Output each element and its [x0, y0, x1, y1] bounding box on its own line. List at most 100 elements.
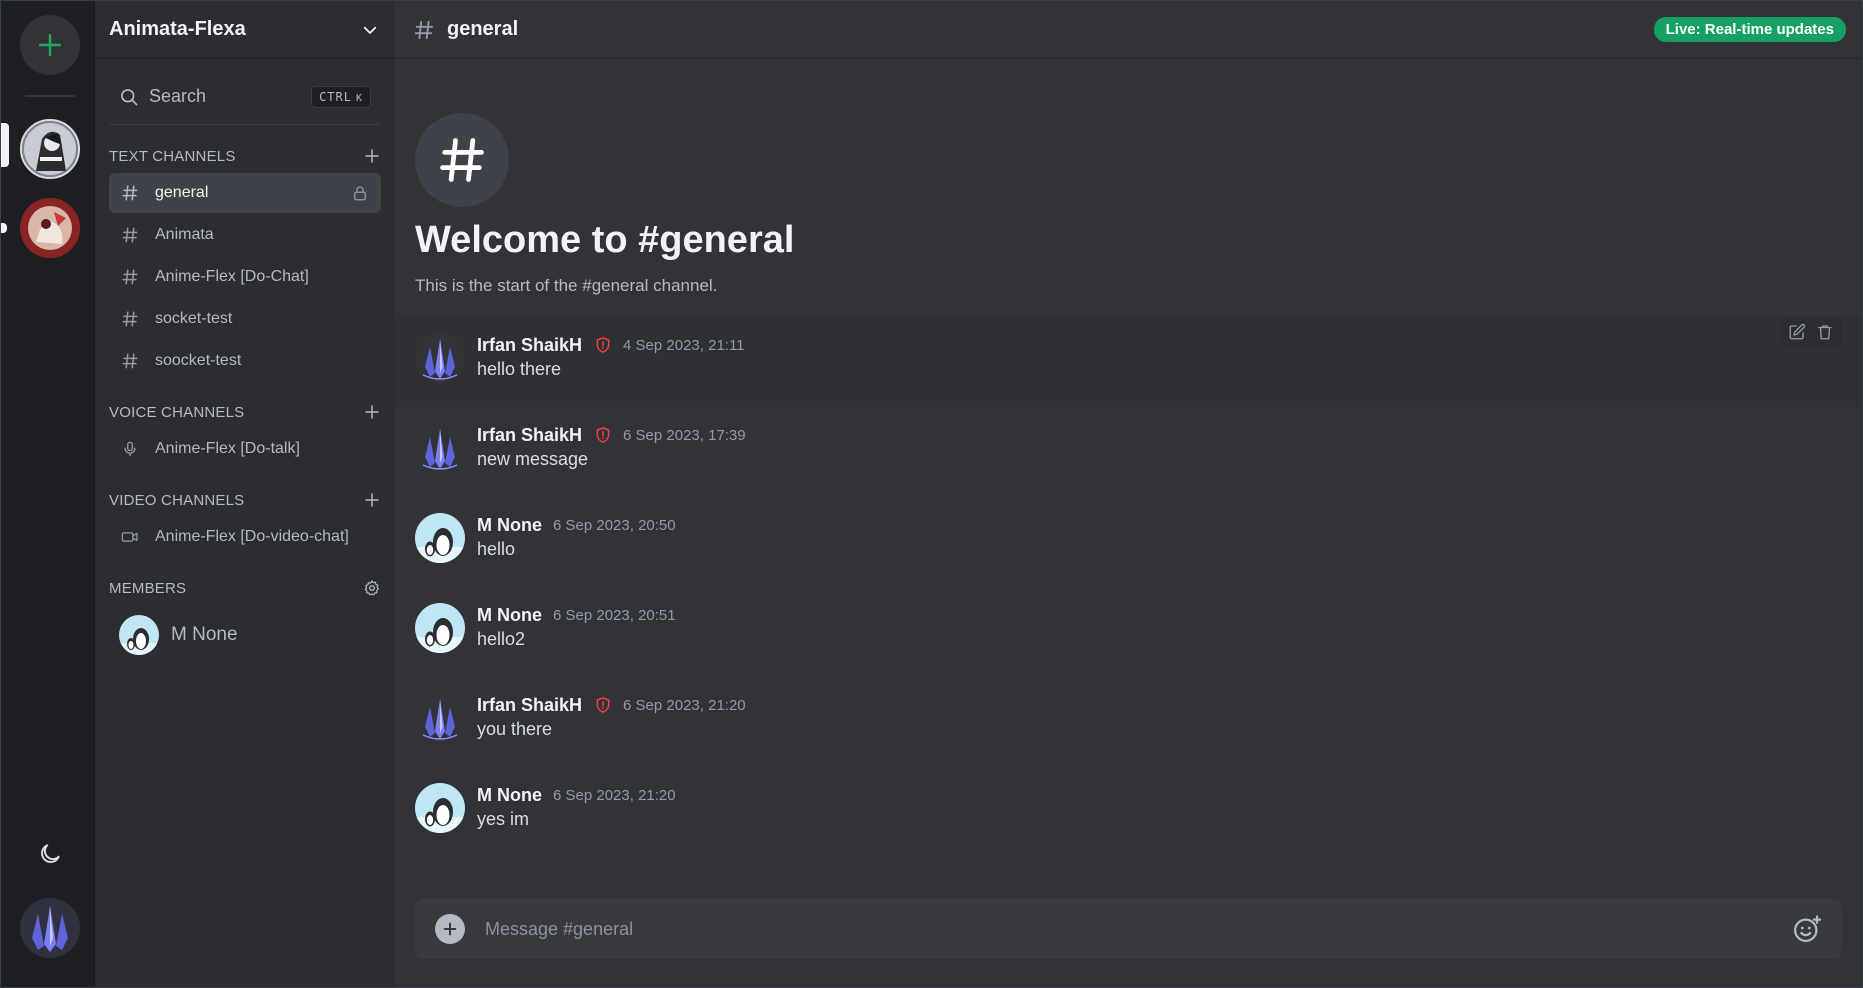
channel-title: general — [447, 18, 519, 40]
theme-toggle-button[interactable] — [37, 841, 63, 867]
message-item[interactable]: M None 6 Sep 2023, 20:50 hello — [395, 497, 1862, 587]
message-author[interactable]: M None — [477, 785, 542, 806]
channel-general[interactable]: general — [109, 173, 381, 213]
attach-button[interactable] — [435, 914, 465, 944]
hash-icon — [121, 226, 139, 244]
channel-label: Anime-Flex [Do-talk] — [155, 440, 300, 457]
moon-icon — [41, 844, 60, 863]
moderator-shield-icon — [594, 426, 612, 444]
server-icon-2[interactable] — [20, 198, 80, 258]
user-profile-button[interactable] — [20, 898, 80, 958]
channel-welcome: Welcome to #general This is the start of… — [415, 113, 794, 296]
server-icon-animata-flexa[interactable] — [20, 119, 80, 179]
server-rail — [1, 1, 95, 987]
message-input[interactable] — [485, 918, 1792, 940]
message-text: hello2 — [477, 629, 526, 649]
message-header: M None 6 Sep 2023, 20:50 — [477, 513, 676, 537]
message-body: M None 6 Sep 2023, 21:20 yes im — [477, 783, 676, 830]
server-header[interactable]: Animata-Flexa — [95, 1, 395, 59]
message-author[interactable]: Irfan ShaikH — [477, 335, 582, 356]
avatar[interactable] — [415, 693, 465, 743]
moderator-shield-icon — [594, 336, 612, 354]
video-channels-header: VIDEO CHANNELS — [95, 489, 395, 511]
plus-icon — [365, 405, 379, 419]
message-text: you there — [477, 719, 553, 739]
add-voice-channel-button[interactable] — [363, 403, 381, 421]
rail-divider — [25, 95, 75, 97]
message-body: M None 6 Sep 2023, 20:51 hello2 — [477, 603, 676, 650]
channel-label: Anime-Flex [Do-Chat] — [155, 268, 309, 285]
avatar[interactable] — [415, 603, 465, 653]
channel-anime-flex-do-chat[interactable]: Anime-Flex [Do-Chat] — [109, 257, 381, 297]
message-actions — [1780, 317, 1842, 347]
message-body: Irfan ShaikH 6 Sep 2023, 21:20 you there — [477, 693, 746, 740]
message-item[interactable]: M None 6 Sep 2023, 20:51 hello2 — [395, 587, 1862, 677]
gear-icon — [364, 580, 379, 596]
message-text: yes im — [477, 809, 530, 829]
message-item[interactable]: Irfan ShaikH 6 Sep 2023, 21:20 you there — [395, 677, 1862, 767]
server-avatar-image — [22, 121, 78, 177]
message-timestamp: 6 Sep 2023, 21:20 — [553, 786, 676, 804]
hash-icon — [121, 352, 139, 370]
members-header: MEMBERS — [95, 577, 395, 599]
hash-icon — [121, 184, 139, 202]
welcome-hash-icon — [415, 113, 509, 207]
message-header: M None 6 Sep 2023, 21:20 — [477, 783, 676, 807]
message-timestamp: 6 Sep 2023, 17:39 — [623, 426, 746, 444]
message-item[interactable]: Irfan ShaikH 4 Sep 2023, 21:11 hello there — [395, 317, 1862, 407]
message-author[interactable]: Irfan ShaikH — [477, 425, 582, 446]
add-text-channel-button[interactable] — [363, 147, 381, 165]
message-author[interactable]: Irfan ShaikH — [477, 695, 582, 716]
add-server-button[interactable] — [20, 15, 80, 75]
search-icon — [121, 88, 138, 105]
message-body: M None 6 Sep 2023, 20:50 hello — [477, 513, 676, 560]
search-label: Search — [149, 86, 207, 106]
channel-anime-flex-do-video-chat[interactable]: Anime-Flex [Do-video-chat] — [109, 517, 381, 557]
message-item[interactable]: Irfan ShaikH 6 Sep 2023, 17:39 new message — [395, 407, 1862, 497]
channel-animata[interactable]: Animata — [109, 215, 381, 255]
channel-socket-test[interactable]: socket-test — [109, 299, 381, 339]
search-shortcut: CTRL K — [311, 85, 371, 108]
message-author[interactable]: M None — [477, 515, 542, 536]
channel-label: socket-test — [155, 310, 233, 327]
moderator-shield-icon — [594, 696, 612, 714]
message-list: Irfan ShaikH 4 Sep 2023, 21:11 hello there… — [395, 317, 1862, 857]
member-list: M None — [95, 609, 395, 661]
add-video-channel-button[interactable] — [363, 491, 381, 509]
penguin-avatar-image — [119, 615, 159, 655]
member-item[interactable]: M None — [109, 609, 381, 661]
channel-topbar: general Live: Real-time updates — [395, 1, 1862, 59]
edit-message-button[interactable] — [1786, 321, 1808, 343]
avatar[interactable] — [415, 783, 465, 833]
video-icon — [121, 528, 139, 546]
manage-members-button[interactable] — [363, 579, 381, 597]
plus-icon — [365, 149, 379, 163]
message-text: hello there — [477, 359, 562, 379]
avatar[interactable] — [415, 423, 465, 473]
trash-icon — [1818, 325, 1832, 340]
channel-label: Anime-Flex [Do-video-chat] — [155, 528, 349, 545]
message-timestamp: 6 Sep 2023, 20:51 — [553, 606, 676, 624]
hash-icon — [414, 20, 434, 39]
video-channel-list: Anime-Flex [Do-video-chat] — [95, 517, 395, 557]
message-author[interactable]: M None — [477, 605, 542, 626]
section-title: VIDEO CHANNELS — [109, 491, 245, 509]
channel-anime-flex-do-talk[interactable]: Anime-Flex [Do-talk] — [109, 429, 381, 469]
delete-message-button[interactable] — [1814, 321, 1836, 343]
message-header: M None 6 Sep 2023, 20:51 — [477, 603, 676, 627]
server-avatar-image — [20, 198, 80, 258]
message-timestamp: 4 Sep 2023, 21:11 — [623, 336, 745, 354]
avatar[interactable] — [415, 513, 465, 563]
hash-icon — [121, 268, 139, 286]
search-button[interactable]: Search CTRL K — [109, 69, 381, 125]
avatar[interactable] — [415, 333, 465, 383]
plus-icon — [365, 493, 379, 507]
app-window: Animata-Flexa Search CTRL K TEXT CHANNELS… — [0, 0, 1863, 988]
welcome-subtitle: This is the start of the #general channe… — [415, 276, 718, 295]
user-avatar-image — [20, 898, 80, 958]
shortcut-key: CTRL — [319, 89, 352, 104]
channel-soocket-test[interactable]: soocket-test — [109, 341, 381, 381]
emoji-picker-icon[interactable] — [1792, 914, 1822, 944]
message-composer — [415, 899, 1842, 959]
message-item[interactable]: M None 6 Sep 2023, 21:20 yes im — [395, 767, 1862, 857]
